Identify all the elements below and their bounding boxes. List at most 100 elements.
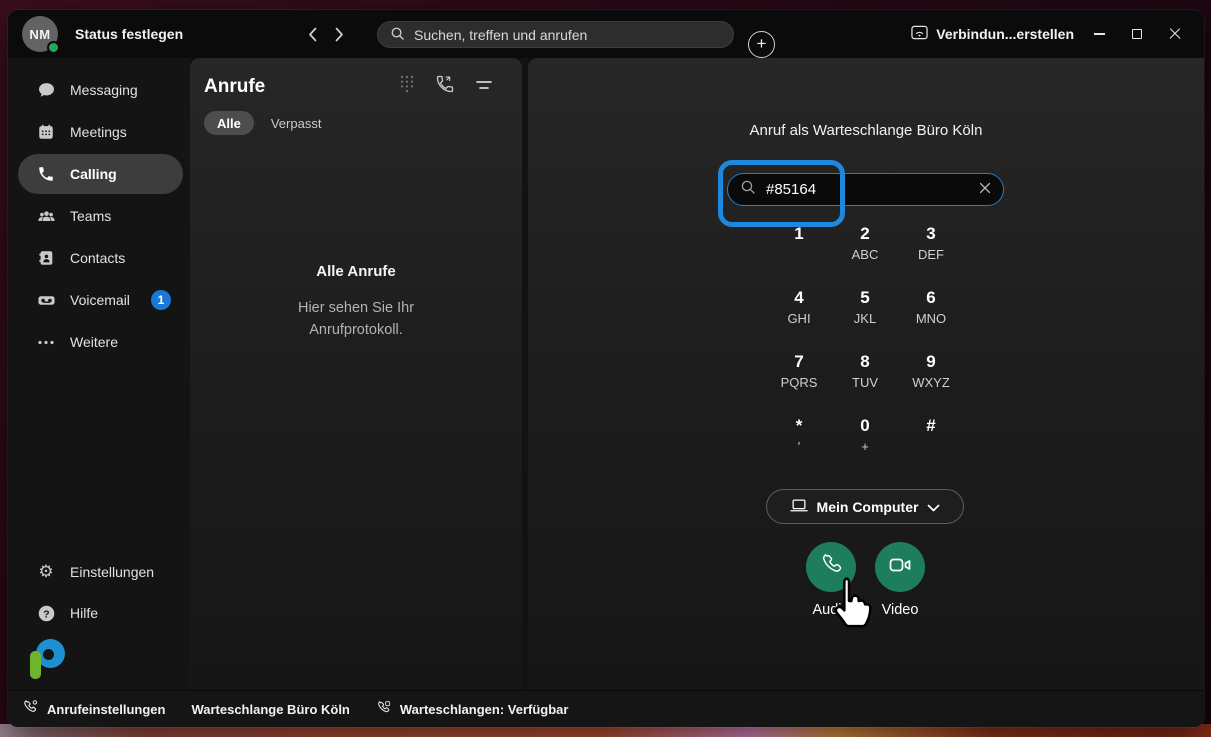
tab-all[interactable]: Alle — [204, 111, 254, 135]
sidebar-item-settings[interactable]: ⚙ Einstellungen — [18, 552, 183, 592]
sidebar-item-meetings[interactable]: Meetings — [18, 112, 183, 152]
screen-share-icon — [911, 25, 928, 43]
clear-input-icon[interactable] — [979, 181, 991, 199]
minimize-icon — [1094, 33, 1105, 34]
phone-settings-icon — [22, 699, 39, 719]
search-icon — [390, 26, 405, 44]
voicemail-icon — [36, 290, 56, 310]
dialpad-icon[interactable] — [400, 75, 414, 98]
key-3[interactable]: 3DEF — [898, 222, 964, 286]
sidebar-item-calling[interactable]: Calling — [18, 154, 183, 194]
key-9[interactable]: 9WXYZ — [898, 350, 964, 414]
key-star[interactable]: *' — [766, 414, 832, 478]
placetel-logo — [28, 639, 65, 680]
forward-button[interactable] — [335, 27, 344, 42]
calls-empty-state: Alle Anrufe Hier sehen Sie Ihr Anrufprot… — [190, 263, 522, 341]
close-icon — [1169, 28, 1181, 40]
video-call-label: Video — [860, 602, 940, 618]
queue-status-icon — [376, 700, 392, 719]
laptop-icon — [790, 498, 808, 516]
connect-device-label: Verbindun...erstellen — [936, 26, 1074, 42]
sidebar-item-label: Einstellungen — [70, 564, 154, 580]
key-2[interactable]: 2ABC — [832, 222, 898, 286]
connect-device-button[interactable]: Verbindun...erstellen — [905, 25, 1080, 43]
video-camera-icon — [888, 555, 912, 580]
ellipsis-icon — [36, 332, 56, 352]
sidebar-item-label: Voicemail — [70, 292, 130, 308]
global-search-input[interactable]: Suchen, treffen und anrufen — [377, 21, 734, 48]
key-6[interactable]: 6MNO — [898, 286, 964, 350]
phone-icon — [36, 164, 56, 184]
key-0[interactable]: 0+ — [832, 414, 898, 478]
key-5[interactable]: 5JKL — [832, 286, 898, 350]
new-call-icon[interactable] — [435, 74, 455, 99]
sidebar-item-messaging[interactable]: Messaging — [18, 70, 183, 110]
search-icon — [740, 179, 756, 200]
queue-status-button[interactable]: Warteschlangen: Verfügbar — [376, 700, 569, 719]
sidebar-item-label: Hilfe — [70, 605, 98, 621]
audio-call-label: Audio — [791, 602, 871, 618]
video-call-button[interactable] — [875, 542, 925, 592]
dial-panel-title: Anruf als Warteschlange Büro Köln — [528, 122, 1204, 139]
content-panels: Anrufe Alle Verpa — [190, 58, 1204, 690]
people-icon — [36, 206, 56, 226]
maximize-button[interactable] — [1118, 10, 1156, 58]
minimize-button[interactable] — [1080, 10, 1118, 58]
voicemail-badge: 1 — [151, 290, 171, 310]
key-hash[interactable]: # — [898, 414, 964, 478]
calls-filter-tabs: Alle Verpasst — [204, 111, 522, 135]
statusbar: Anrufeinstellungen Warteschlange Büro Kö… — [8, 690, 1204, 727]
filter-icon[interactable] — [476, 78, 492, 96]
phone-icon — [820, 553, 843, 581]
calls-panel: Anrufe Alle Verpa — [190, 58, 522, 690]
audio-call-button[interactable] — [806, 542, 856, 592]
key-1[interactable]: 1 — [766, 222, 832, 286]
set-status-button[interactable]: Status festlegen — [75, 26, 183, 42]
sidebar-item-more[interactable]: Weitere — [18, 322, 183, 362]
dial-panel: Anruf als Warteschlange Büro Köln #85164… — [528, 58, 1204, 690]
search-placeholder: Suchen, treffen und anrufen — [414, 27, 587, 43]
keypad: 1 2ABC 3DEF 4GHI 5JKL 6MNO 7PQRS 8TUV 9W… — [766, 222, 964, 478]
sidebar-item-contacts[interactable]: Contacts — [18, 238, 183, 278]
device-selector-button[interactable]: Mein Computer — [766, 489, 964, 524]
empty-state-title: Alle Anrufe — [316, 263, 395, 280]
key-4[interactable]: 4GHI — [766, 286, 832, 350]
device-selector-label: Mein Computer — [817, 499, 919, 515]
svg-text:?: ? — [43, 609, 49, 620]
sidebar: Messaging Meetings Calling Teams — [8, 58, 190, 690]
key-8[interactable]: 8TUV — [832, 350, 898, 414]
call-settings-button[interactable]: Anrufeinstellungen — [22, 699, 165, 719]
chevron-down-icon — [927, 499, 940, 515]
call-settings-label: Anrufeinstellungen — [47, 702, 165, 717]
empty-state-subtitle: Hier sehen Sie Ihr Anrufprotokoll. — [270, 297, 442, 341]
sidebar-item-teams[interactable]: Teams — [18, 196, 183, 236]
dial-input-value: #85164 — [766, 181, 979, 198]
key-7[interactable]: 7PQRS — [766, 350, 832, 414]
tab-missed[interactable]: Verpasst — [271, 116, 322, 131]
queue-name-button[interactable]: Warteschlange Büro Köln — [191, 702, 349, 717]
sidebar-item-label: Contacts — [70, 250, 125, 266]
maximize-icon — [1132, 29, 1142, 39]
sidebar-item-label: Calling — [70, 166, 117, 182]
sidebar-item-label: Teams — [70, 208, 111, 224]
sidebar-item-help[interactable]: ? Hilfe — [18, 593, 183, 633]
sidebar-item-voicemail[interactable]: Voicemail 1 — [18, 280, 183, 320]
sidebar-item-label: Messaging — [70, 82, 138, 98]
queue-name-label: Warteschlange Büro Köln — [191, 702, 349, 717]
back-button[interactable] — [308, 27, 317, 42]
add-button[interactable]: + — [748, 31, 775, 58]
sidebar-item-label: Weitere — [70, 334, 118, 350]
app-window: NM Status festlegen Suchen, treffen und … — [8, 10, 1204, 727]
help-icon: ? — [36, 603, 56, 623]
user-avatar[interactable]: NM — [22, 16, 58, 52]
gear-icon: ⚙ — [36, 562, 56, 582]
titlebar: NM Status festlegen Suchen, treffen und … — [8, 10, 1204, 58]
presence-dot-icon — [47, 41, 60, 54]
main-area: Messaging Meetings Calling Teams — [8, 58, 1204, 690]
close-button[interactable] — [1156, 10, 1194, 58]
calendar-icon — [36, 122, 56, 142]
dial-number-input[interactable]: #85164 — [727, 173, 1004, 206]
sidebar-footer: ⚙ Einstellungen ? Hilfe — [8, 551, 190, 686]
chat-bubble-icon — [36, 80, 56, 100]
sidebar-item-label: Meetings — [70, 124, 127, 140]
